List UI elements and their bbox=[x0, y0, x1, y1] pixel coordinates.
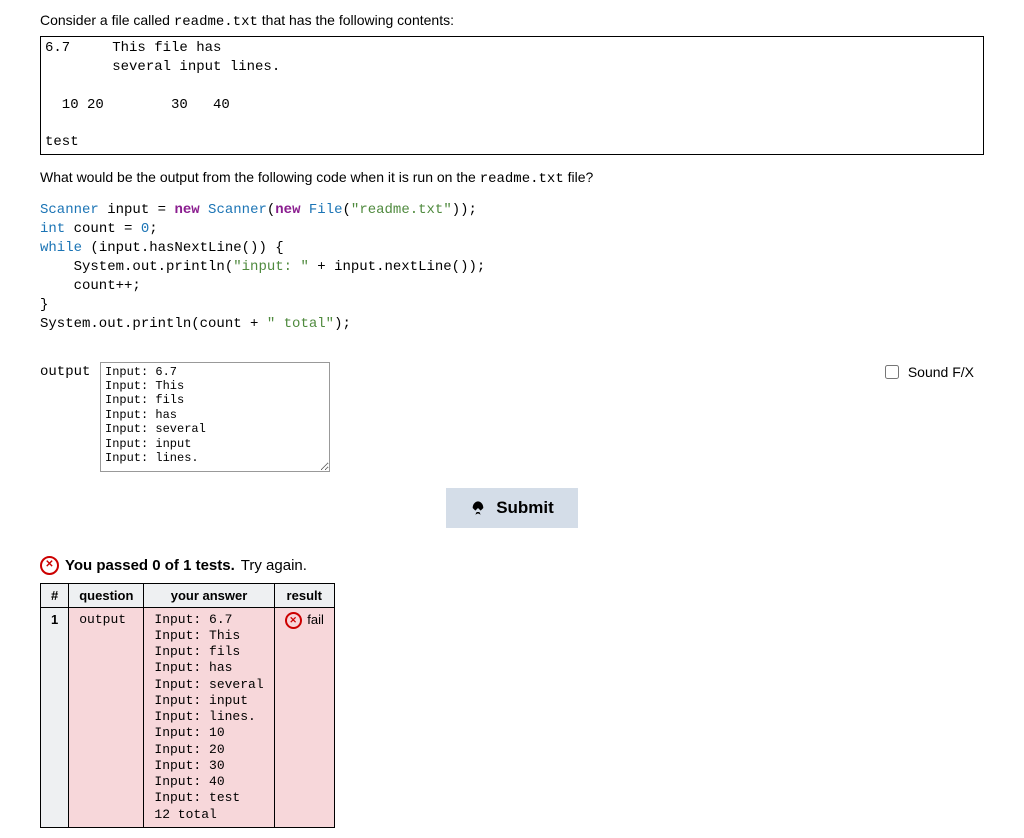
code-token: new bbox=[174, 202, 199, 218]
intro-text: Consider a file called readme.txt that h… bbox=[40, 12, 984, 30]
answer-row: output Sound F/X bbox=[40, 362, 984, 472]
file-contents-box: 6.7 This file has several input lines. 1… bbox=[40, 36, 984, 155]
code-token: new bbox=[275, 202, 300, 218]
code-token: ( bbox=[343, 202, 351, 218]
soundfx-toggle[interactable]: Sound F/X bbox=[881, 362, 984, 382]
code-token: "readme.txt" bbox=[351, 202, 452, 218]
cell-answer: Input: 6.7 Input: This Input: fils Input… bbox=[144, 607, 274, 827]
intro-filename: readme.txt bbox=[174, 14, 258, 30]
code-token: int bbox=[40, 221, 65, 237]
fail-icon: ✕ bbox=[40, 556, 59, 575]
code-token: )); bbox=[452, 202, 477, 218]
col-question: question bbox=[69, 583, 144, 607]
question-filename: readme.txt bbox=[480, 171, 564, 187]
code-token: Scanner bbox=[40, 202, 99, 218]
code-token: " total" bbox=[267, 316, 334, 332]
code-token: count++; bbox=[40, 278, 141, 294]
soundfx-label: Sound F/X bbox=[908, 364, 974, 380]
cell-num: 1 bbox=[41, 607, 69, 827]
code-token: } bbox=[40, 297, 48, 313]
cell-question: output bbox=[69, 607, 144, 827]
fail-icon: ✕ bbox=[285, 612, 302, 629]
cell-result: ✕ fail bbox=[274, 607, 334, 827]
code-token: "input: " bbox=[233, 259, 309, 275]
answer-label: output bbox=[40, 362, 100, 380]
col-answer: your answer bbox=[144, 583, 274, 607]
submit-button[interactable]: Submit bbox=[446, 488, 578, 528]
result-summary: ✕ You passed 0 of 1 tests. Try again. bbox=[40, 556, 984, 575]
result-bold: You passed 0 of 1 tests. bbox=[65, 557, 235, 574]
code-block: Scanner input = new Scanner(new File("re… bbox=[40, 201, 984, 333]
code-token: count = bbox=[65, 221, 141, 237]
results-table: # question your answer result 1 output I… bbox=[40, 583, 335, 828]
code-token: 0 bbox=[141, 221, 149, 237]
code-token: Scanner bbox=[200, 202, 267, 218]
cell-result-text: fail bbox=[307, 612, 324, 627]
results-header-row: # question your answer result bbox=[41, 583, 335, 607]
table-row: 1 output Input: 6.7 Input: This Input: f… bbox=[41, 607, 335, 827]
submit-wrap: Submit bbox=[40, 488, 984, 528]
code-token: ; bbox=[149, 221, 157, 237]
submit-label: Submit bbox=[496, 498, 554, 518]
rocket-icon bbox=[470, 500, 486, 516]
col-num: # bbox=[41, 583, 69, 607]
question-prefix: What would be the output from the follow… bbox=[40, 169, 480, 185]
code-token: System.out.println( bbox=[40, 259, 233, 275]
code-token: System.out.println(count + bbox=[40, 316, 267, 332]
code-token: + input.nextLine()); bbox=[309, 259, 485, 275]
question-suffix: file? bbox=[564, 169, 594, 185]
code-token: File bbox=[301, 202, 343, 218]
output-textarea[interactable] bbox=[100, 362, 330, 472]
code-token: while bbox=[40, 240, 82, 256]
code-token: (input.hasNextLine()) { bbox=[82, 240, 284, 256]
question-text: What would be the output from the follow… bbox=[40, 169, 984, 187]
col-result: result bbox=[274, 583, 334, 607]
result-tail: Try again. bbox=[241, 557, 307, 574]
code-token: input = bbox=[99, 202, 175, 218]
intro-suffix: that has the following contents: bbox=[258, 12, 454, 28]
code-token: ); bbox=[334, 316, 351, 332]
intro-prefix: Consider a file called bbox=[40, 12, 174, 28]
soundfx-checkbox[interactable] bbox=[885, 365, 899, 379]
